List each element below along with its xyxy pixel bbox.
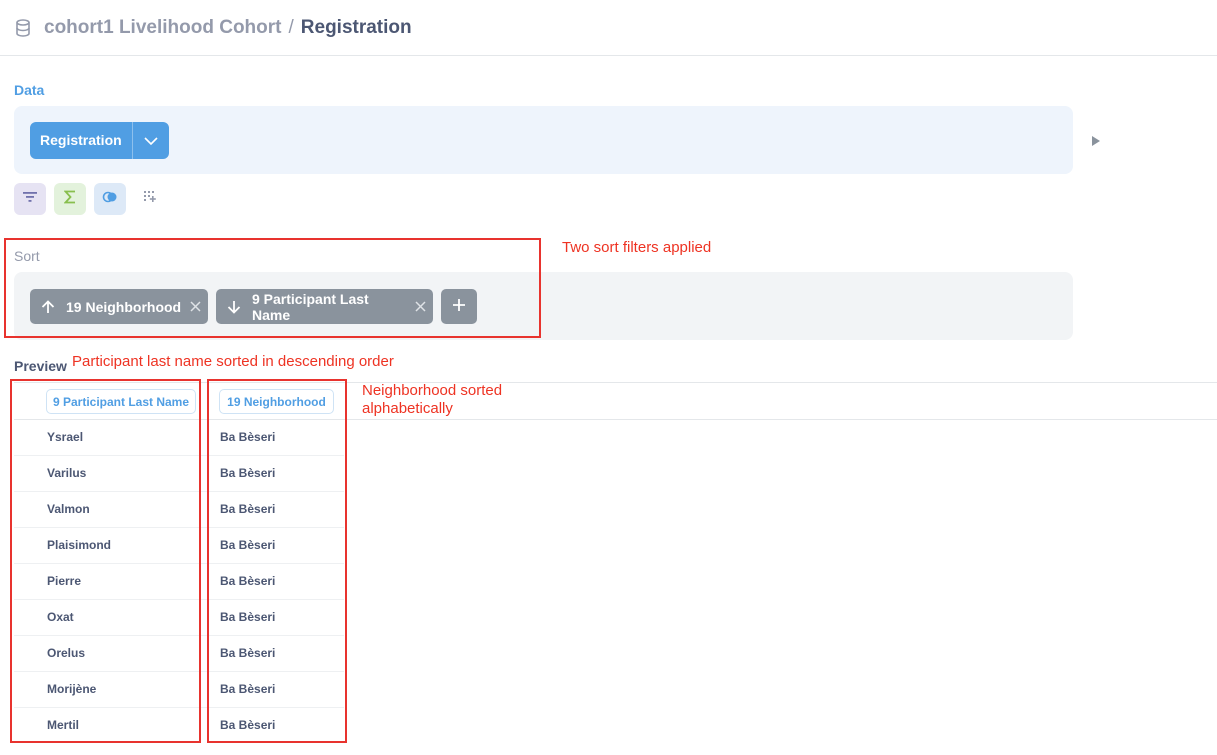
database-icon — [15, 18, 33, 37]
sort-annotation-box — [4, 238, 541, 338]
chevron-down-icon[interactable] — [131, 122, 169, 159]
breadcrumb: cohort1 Livelihood Cohort / Registration — [0, 0, 1217, 56]
breadcrumb-parent[interactable]: cohort1 Livelihood Cohort — [44, 17, 282, 39]
neighborhood-annotation-line-1: Neighborhood sorted — [362, 382, 503, 399]
preview-label: Preview — [14, 358, 67, 374]
summarize-button[interactable] — [54, 183, 86, 215]
page-title: Registration — [300, 16, 412, 38]
sort-annotation-text: Two sort filters applied — [562, 239, 712, 256]
play-icon[interactable] — [1091, 134, 1103, 148]
neighborhood-annotation-text: Neighborhood sorted alphabetically — [362, 382, 502, 418]
last-name-annotation-box — [10, 379, 201, 743]
neighborhood-annotation-box — [207, 379, 347, 743]
breadcrumb-separator: / — [288, 16, 294, 38]
neighborhood-annotation-line-2: alphabetically — [362, 400, 453, 417]
data-panel: Registration — [14, 106, 1073, 174]
join-button[interactable] — [94, 183, 126, 215]
table-select-pill[interactable]: Registration — [30, 122, 169, 159]
sum-icon — [63, 190, 76, 209]
last-name-annotation-text: Participant last name sorted in descendi… — [72, 353, 394, 370]
more-steps-icon — [143, 190, 157, 209]
data-section-label: Data — [14, 82, 45, 98]
more-steps-button[interactable] — [134, 183, 166, 215]
table-name[interactable]: Registration — [30, 122, 132, 159]
join-icon — [102, 190, 118, 208]
filter-button[interactable] — [14, 183, 46, 215]
filter-icon — [23, 190, 37, 208]
